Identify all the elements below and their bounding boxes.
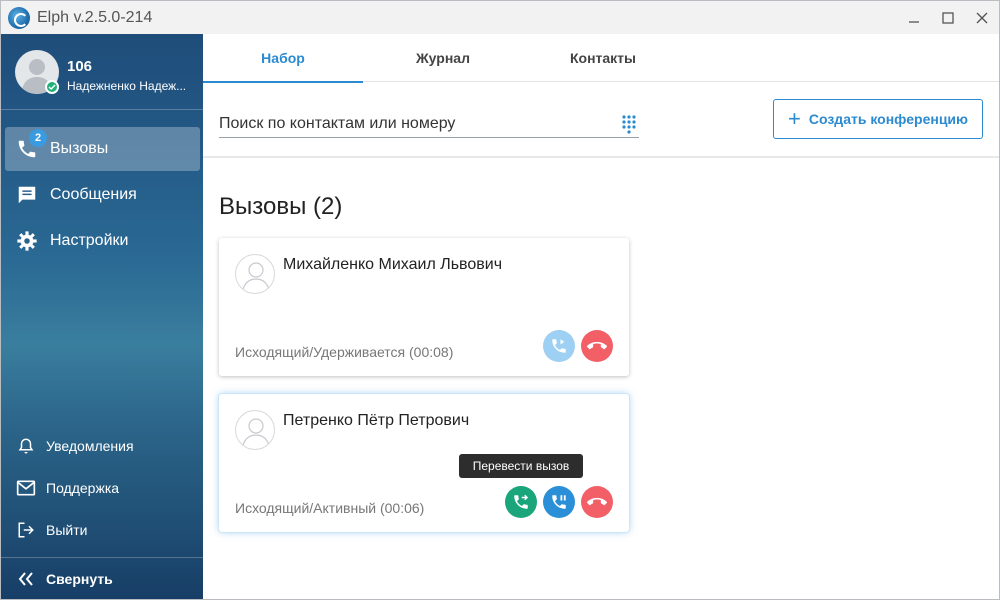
collapse-sidebar-button[interactable]: Свернуть (15, 567, 113, 591)
online-status-icon (45, 80, 59, 94)
calls-section-title: Вызовы (2) (219, 193, 343, 220)
window-controls (897, 1, 999, 34)
call-status: Исходящий/Активный (00:06) (235, 500, 425, 516)
contact-name: Михайленко Михаил Львович (283, 256, 503, 273)
user-silhouette-icon (241, 418, 271, 449)
sidebar-item-notifications[interactable]: Уведомления (15, 434, 134, 458)
sidebar-item-messages[interactable]: Сообщения (5, 173, 200, 217)
user-extension: 106 (67, 58, 93, 75)
maximize-icon (942, 11, 954, 24)
transfer-call-icon (514, 494, 529, 509)
sidebar-item-logout[interactable]: Выйти (15, 518, 87, 542)
plus-icon: + (788, 106, 801, 131)
sidebar-item-label: Выйти (46, 522, 88, 538)
sidebar-item-label: Вызовы (50, 140, 109, 157)
close-button[interactable] (965, 1, 999, 34)
double-chevron-left-icon (15, 568, 37, 590)
user-name: Надежненко Надеж... (67, 79, 187, 93)
search-input[interactable]: Поиск по контактам или номеру (219, 110, 639, 138)
logout-icon (15, 519, 37, 541)
maximize-button[interactable] (931, 1, 965, 34)
sidebar-item-label: Сообщения (50, 186, 137, 203)
hangup-icon (587, 497, 607, 506)
chat-icon (15, 183, 39, 207)
app-logo-icon (8, 6, 30, 29)
mail-icon (15, 477, 37, 499)
collapse-label: Свернуть (46, 571, 113, 587)
contact-avatar (235, 410, 275, 450)
hangup-button[interactable] (581, 486, 613, 518)
title-bar: Elph v.2.5.0-214 (1, 1, 999, 34)
sidebar: 106 Надежненко Надеж... 2 Вызовы Сообщен… (1, 34, 203, 599)
search-placeholder: Поиск по контактам или номеру (219, 115, 456, 132)
window-title: Elph v.2.5.0-214 (37, 8, 153, 26)
contact-name: Петренко Пётр Петрович (283, 412, 470, 429)
minimize-icon (909, 20, 919, 23)
hold-call-button[interactable] (543, 486, 575, 518)
create-conference-button[interactable]: + Создать конференцию (773, 99, 983, 139)
call-status: Исходящий/Удерживается (00:08) (235, 344, 454, 360)
divider (203, 156, 999, 158)
calls-count-badge: 2 (29, 129, 47, 147)
sidebar-item-label: Уведомления (46, 438, 134, 454)
tab-dial[interactable]: Набор (203, 34, 363, 83)
sidebar-item-label: Поддержка (46, 480, 120, 496)
resume-call-icon (552, 339, 566, 353)
sidebar-item-settings[interactable]: Настройки (5, 219, 200, 263)
user-silhouette-icon (241, 262, 271, 293)
hangup-button[interactable] (581, 330, 613, 362)
bell-icon (15, 435, 37, 457)
main-content: Набор Журнал Контакты Поиск по контактам… (203, 34, 999, 599)
transfer-call-button[interactable] (505, 486, 537, 518)
hold-call-icon (552, 495, 566, 509)
sidebar-item-support[interactable]: Поддержка (15, 476, 119, 500)
phone-icon: 2 (15, 129, 47, 161)
sidebar-item-label: Настройки (50, 232, 129, 249)
divider (1, 557, 203, 558)
tooltip: Перевести вызов (459, 454, 583, 478)
create-conference-label: Создать конференцию (808, 111, 968, 127)
hangup-icon (587, 341, 607, 350)
gear-icon (15, 229, 39, 253)
tab-contacts[interactable]: Контакты (523, 34, 683, 82)
call-card[interactable]: Михайленко Михаил Львович Исходящий/Удер… (219, 238, 629, 376)
sidebar-item-calls[interactable]: 2 Вызовы (5, 127, 200, 171)
close-icon (976, 12, 988, 23)
user-profile[interactable]: 106 Надежненко Надеж... (1, 34, 203, 110)
contact-avatar (235, 254, 275, 294)
dialpad-icon[interactable] (621, 114, 637, 134)
tab-journal[interactable]: Журнал (363, 34, 523, 82)
resume-call-button[interactable] (543, 330, 575, 362)
tab-bar: Набор Журнал Контакты (203, 34, 999, 83)
minimize-button[interactable] (897, 1, 931, 34)
app-window: Elph v.2.5.0-214 106 Надежненко Надеж...… (0, 0, 1000, 600)
